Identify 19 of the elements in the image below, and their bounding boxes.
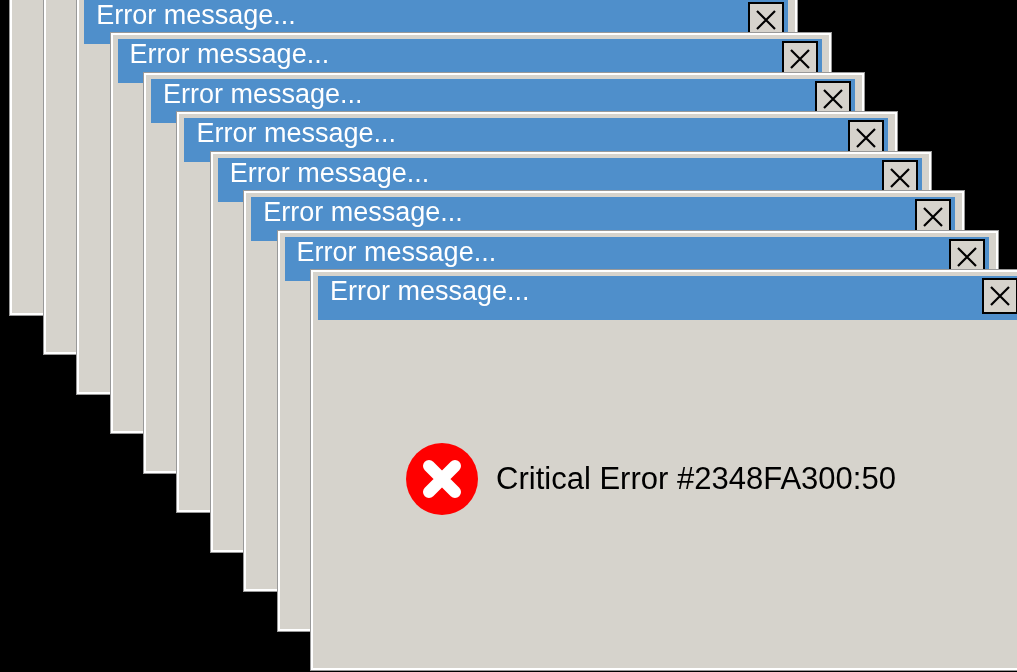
close-icon: [855, 127, 878, 149]
close-icon: [888, 166, 911, 189]
window-title: Error message...: [196, 120, 396, 147]
close-button[interactable]: [982, 278, 1017, 314]
window-title: Error message...: [263, 199, 463, 226]
window-title: Error message...: [296, 238, 497, 266]
close-icon: [822, 87, 844, 110]
error-icon: [406, 443, 479, 515]
close-icon: [755, 8, 778, 31]
close-icon: [989, 285, 1011, 307]
window-title: Error message...: [96, 1, 296, 29]
close-icon: [955, 245, 978, 268]
close-icon: [788, 48, 811, 70]
error-message: Critical Error #2348FA300:50: [496, 459, 896, 498]
window-title: Error message...: [129, 41, 330, 68]
window-title: Error message...: [229, 159, 430, 187]
close-icon: [922, 206, 945, 228]
window-title: Error message...: [163, 80, 363, 108]
window-title: Error message...: [330, 278, 530, 305]
